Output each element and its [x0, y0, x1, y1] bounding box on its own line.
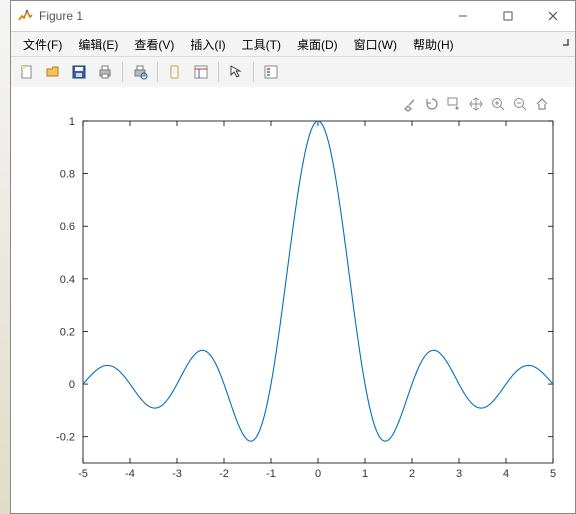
save-button[interactable]: [67, 60, 91, 84]
xtick-label: 1: [362, 468, 368, 480]
menubar: 文件(F) 编辑(E) 查看(V) 插入(I) 工具(T) 桌面(D) 窗口(W…: [11, 32, 575, 57]
print-button[interactable]: [93, 60, 117, 84]
menu-window[interactable]: 窗口(W): [346, 33, 405, 56]
close-button[interactable]: [530, 2, 575, 31]
toolbar-separator: [122, 62, 123, 82]
toolbar-separator: [157, 62, 158, 82]
ytick-label: 0.2: [60, 326, 75, 338]
xtick-label: 5: [550, 468, 556, 480]
menu-edit[interactable]: 编辑(E): [70, 33, 126, 56]
menu-desktop[interactable]: 桌面(D): [289, 33, 346, 56]
menu-tools[interactable]: 工具(T): [234, 33, 289, 56]
axes-box: [83, 121, 553, 463]
xtick-label: -5: [78, 468, 88, 480]
toolbar-separator: [253, 62, 254, 82]
device-button[interactable]: [163, 60, 187, 84]
xtick-label: -2: [219, 468, 229, 480]
minimize-button[interactable]: [440, 2, 485, 31]
figure-toolbar: [11, 57, 575, 88]
layout-button[interactable]: [189, 60, 213, 84]
desktop-background: Figure 1 文件(F) 编辑(E) 查看(V) 插入(I) 工具(T) 桌…: [0, 0, 576, 514]
menu-insert[interactable]: 插入(I): [182, 33, 233, 56]
xtick-label: -1: [266, 468, 276, 480]
ytick-label: 0.4: [60, 274, 75, 286]
axes[interactable]: -5 -4 -3 -2 -1 0 1 2 3 4 5 -0.2 0 0.2 0.4 0.6 0.8 1: [11, 87, 575, 513]
ytick-label: -0.2: [56, 432, 75, 444]
ytick-label: 0.6: [60, 221, 75, 233]
xtick-label: 3: [456, 468, 462, 480]
ytick-label: 0.8: [60, 169, 75, 181]
ytick-label: 0: [69, 379, 75, 391]
matlab-figure-icon: [17, 8, 33, 24]
xtick-label: 2: [409, 468, 415, 480]
window-title: Figure 1: [39, 9, 83, 23]
print-preview-button[interactable]: [128, 60, 152, 84]
new-figure-button[interactable]: [15, 60, 39, 84]
toolbar-separator: [218, 62, 219, 82]
menu-view[interactable]: 查看(V): [126, 33, 182, 56]
xtick-label: 4: [503, 468, 509, 480]
titlebar[interactable]: Figure 1: [11, 1, 575, 32]
figure-window: Figure 1 文件(F) 编辑(E) 查看(V) 插入(I) 工具(T) 桌…: [10, 0, 576, 514]
menubar-overflow-icon[interactable]: [559, 36, 569, 51]
figure-canvas[interactable]: -5 -4 -3 -2 -1 0 1 2 3 4 5 -0.2 0 0.2 0.4 0.6 0.8 1: [11, 87, 575, 513]
insert-legend-button[interactable]: [259, 60, 283, 84]
maximize-button[interactable]: [485, 2, 530, 31]
edit-plot-button[interactable]: [224, 60, 248, 84]
xtick-label: 0: [315, 468, 321, 480]
menu-help[interactable]: 帮助(H): [405, 33, 462, 56]
menu-file[interactable]: 文件(F): [15, 33, 70, 56]
open-button[interactable]: [41, 60, 65, 84]
ytick-label: 1: [69, 116, 75, 128]
xtick-label: -3: [172, 468, 182, 480]
xtick-label: -4: [125, 468, 135, 480]
